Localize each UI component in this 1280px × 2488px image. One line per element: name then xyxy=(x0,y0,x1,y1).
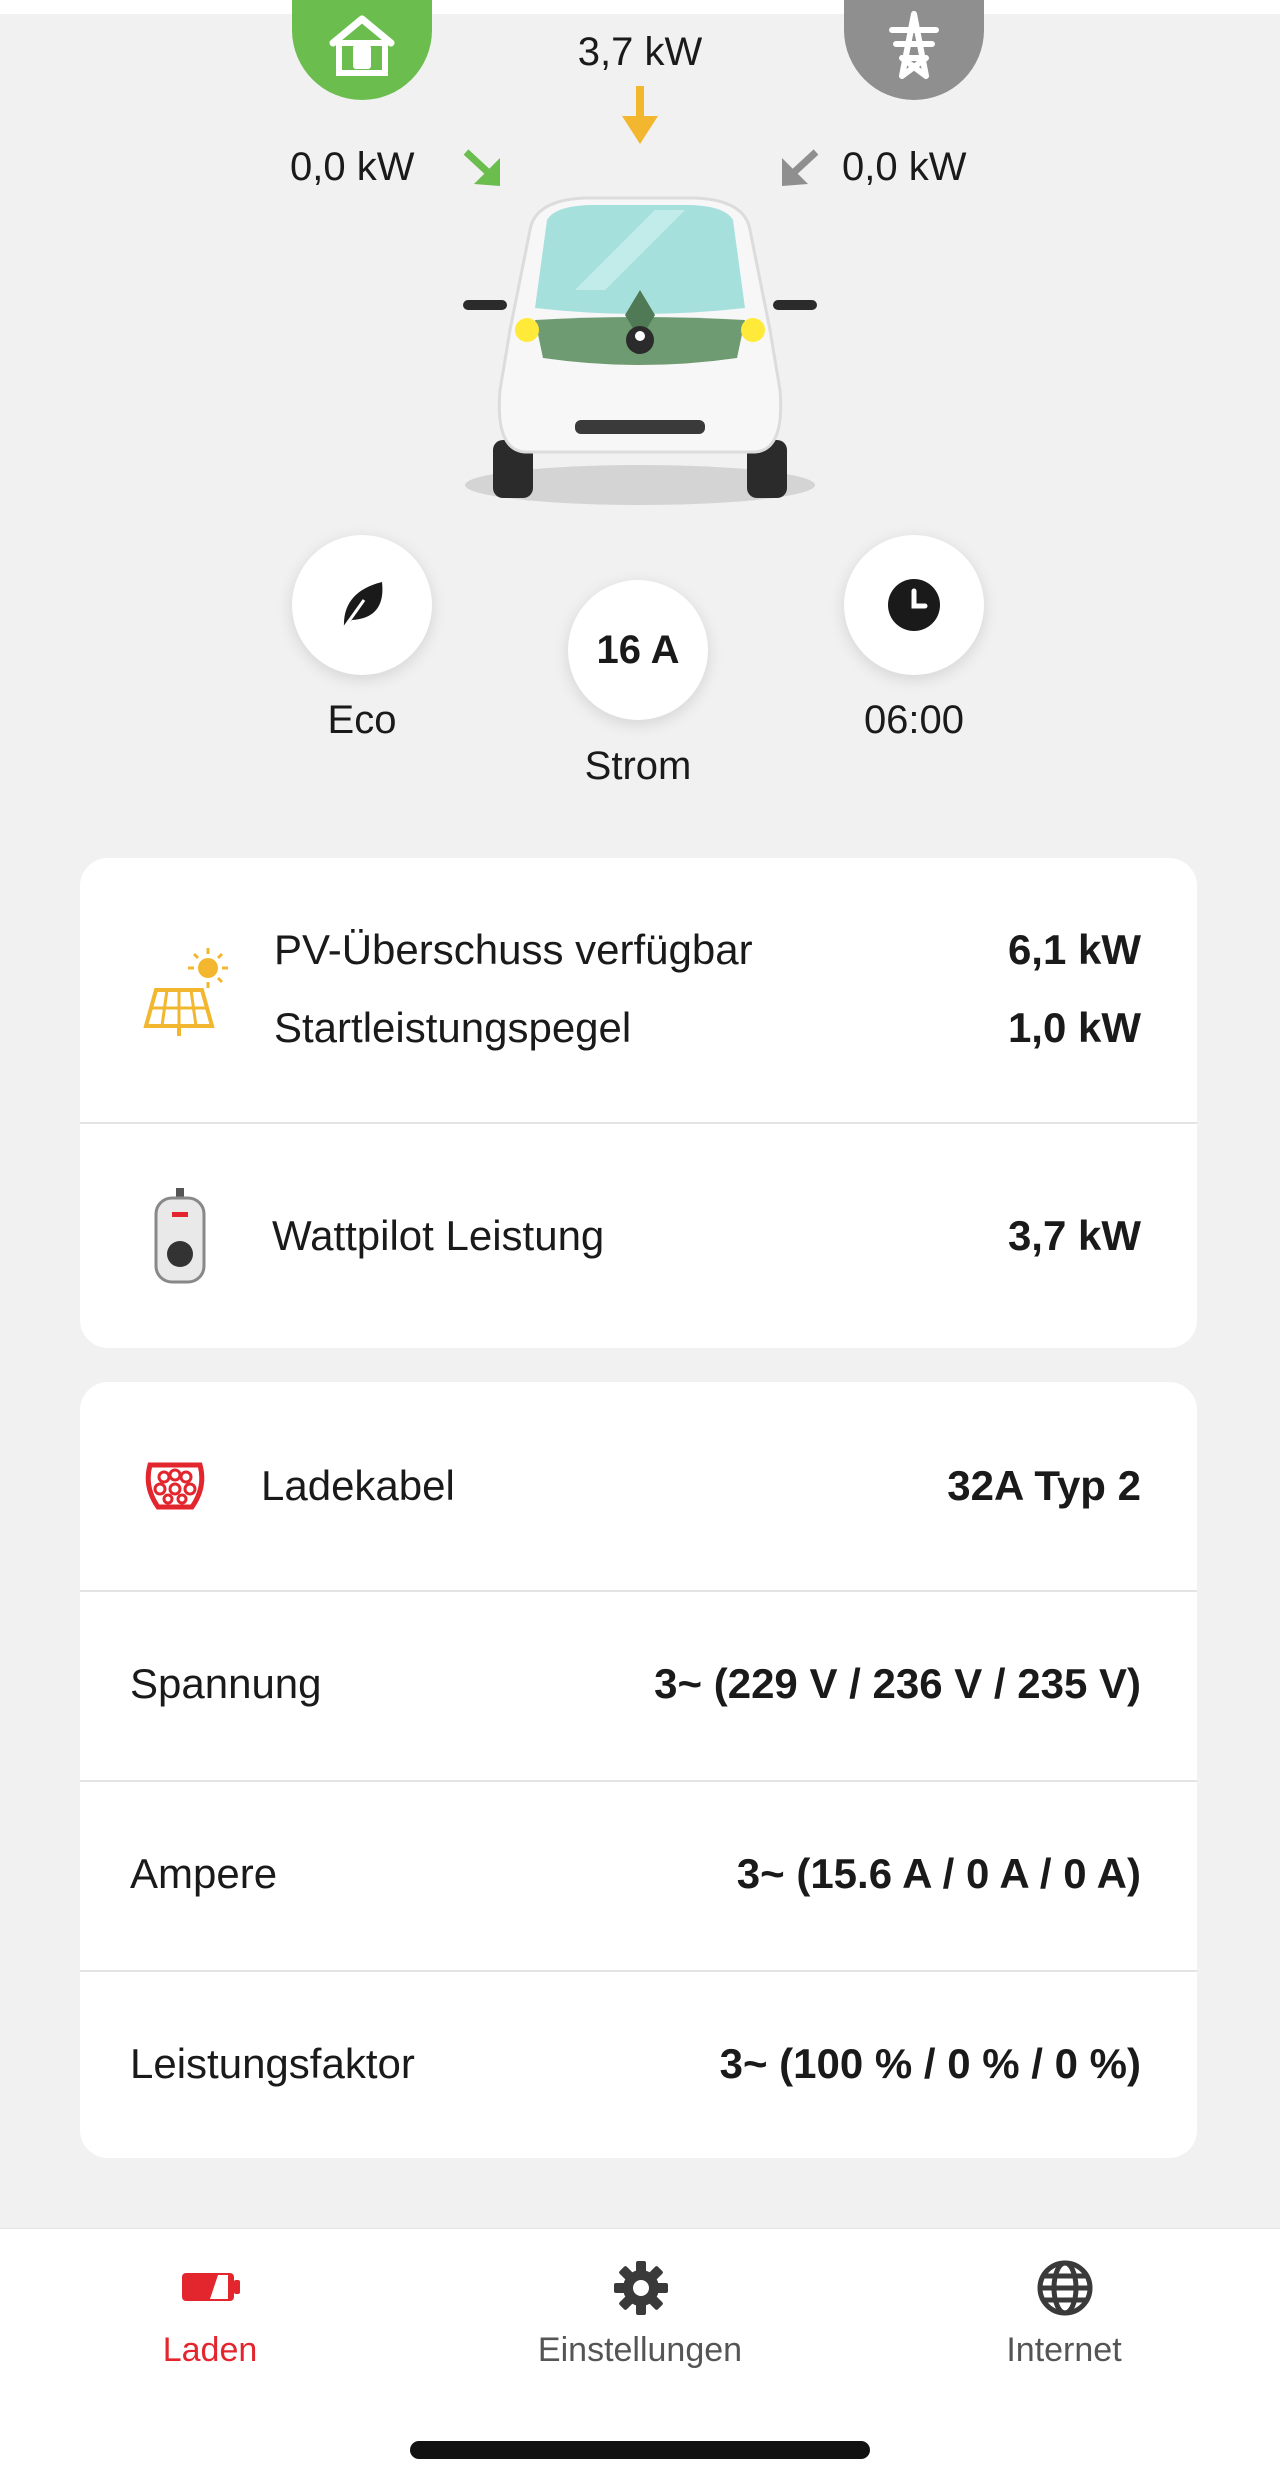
arrow-diagonal-icon xyxy=(463,149,500,186)
cable-row: Ladekabel 32A Typ 2 xyxy=(80,1382,1197,1590)
leaf-icon xyxy=(342,582,383,629)
pv-surplus-value: 6,1 kW xyxy=(1007,926,1141,973)
power-grid-pylon-icon xyxy=(889,11,939,79)
voltage-label: Spannung xyxy=(130,1660,322,1707)
wattpilot-power-label: Wattpilot Leistung xyxy=(272,1212,605,1259)
arrow-diagonal-icon xyxy=(782,149,819,186)
eco-mode-label: Eco xyxy=(327,698,397,742)
globe-icon xyxy=(1037,2260,1093,2316)
car-illustration xyxy=(463,196,817,505)
charging-details-card: Ladekabel 32A Typ 2 Spannung 3~ (229 V /… xyxy=(80,1382,1197,2158)
nav-tab-einstellungen[interactable]: Einstellungen xyxy=(490,2229,790,2429)
start-level-value: 1,0 kW xyxy=(1007,1004,1141,1051)
ampere-row: Ampere 3~ (15.6 A / 0 A / 0 A) xyxy=(80,1782,1197,1970)
timer-label: 06:00 xyxy=(863,698,965,742)
battery-charging-icon xyxy=(182,2273,240,2301)
ampere-label: Ampere xyxy=(130,1850,278,1897)
power-factor-label: Leistungsfaktor xyxy=(130,2040,415,2087)
cable-label: Ladekabel xyxy=(261,1462,455,1509)
power-factor-value: 3~ (100 % / 0 % / 0 %) xyxy=(719,2040,1141,2087)
voltage-value: 3~ (229 V / 236 V / 235 V) xyxy=(654,1660,1141,1707)
pv-surplus-label: PV-Überschuss verfügbar xyxy=(274,926,753,973)
ampere-value: 3~ (15.6 A / 0 A / 0 A) xyxy=(736,1850,1141,1897)
gear-icon xyxy=(614,2261,668,2315)
pv-power-value: 3,7 kW xyxy=(577,30,703,74)
timer-button[interactable] xyxy=(844,535,984,675)
eco-mode-button[interactable] xyxy=(292,535,432,675)
power-factor-row: Leistungsfaktor 3~ (100 % / 0 % / 0 %) xyxy=(80,1972,1197,2158)
clock-icon xyxy=(888,579,940,631)
wattpilot-device-icon xyxy=(154,1188,206,1284)
arrow-down-icon xyxy=(622,86,658,144)
solar-panel-icon xyxy=(143,948,228,1036)
home-power-value: 0,0 kW xyxy=(290,145,415,189)
current-label: Strom xyxy=(584,744,692,788)
nav-tab-internet[interactable]: Internet xyxy=(914,2229,1214,2429)
nav-label-laden: Laden xyxy=(162,2331,258,2369)
voltage-row: Spannung 3~ (229 V / 236 V / 235 V) xyxy=(80,1592,1197,1780)
nav-tab-laden[interactable]: Laden xyxy=(60,2229,360,2429)
status-strip xyxy=(0,0,1280,14)
home-indicator[interactable] xyxy=(410,2441,870,2459)
nav-label-internet: Internet xyxy=(1006,2331,1122,2369)
cable-value: 32A Typ 2 xyxy=(947,1462,1141,1509)
power-grid-button[interactable] xyxy=(844,0,984,100)
bottom-navigation: Laden Einstellungen Internet xyxy=(0,2228,1280,2488)
start-level-label: Startleistungspegel xyxy=(274,1004,632,1051)
current-value: 16 A xyxy=(596,627,680,672)
pv-info-card: PV-Überschuss verfügbar 6,1 kW Startleis… xyxy=(80,858,1197,1348)
divider xyxy=(80,1122,1197,1124)
home-charger-button[interactable] xyxy=(292,0,432,100)
wattpilot-power-value: 3,7 kW xyxy=(1007,1212,1141,1259)
nav-label-einstellungen: Einstellungen xyxy=(537,2331,743,2369)
home-charger-icon xyxy=(329,15,395,76)
grid-power-value: 0,0 kW xyxy=(842,145,967,189)
current-button[interactable]: 16 A xyxy=(568,580,708,720)
type2-plug-icon xyxy=(145,1462,205,1510)
